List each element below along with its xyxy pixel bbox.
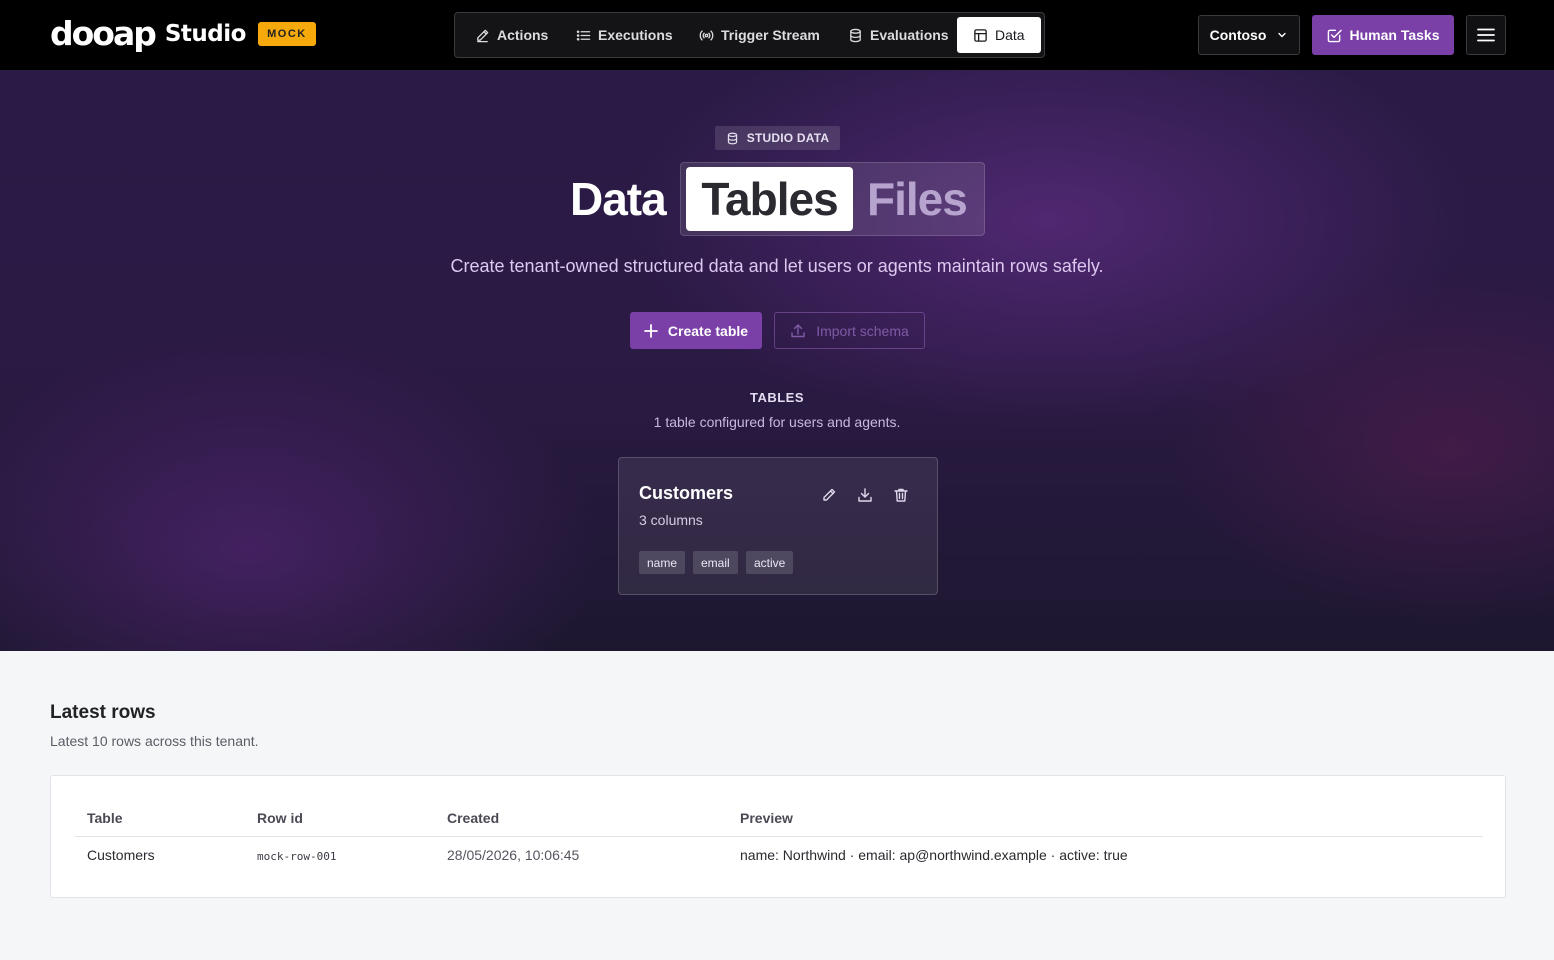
main-nav: Actions Executions Trigger Stream Evalua… xyxy=(454,12,1045,58)
cell-preview: name: Northwind · email: ap@northwind.ex… xyxy=(740,847,1128,863)
create-table-button[interactable]: Create table xyxy=(630,312,762,349)
delete-table-button[interactable] xyxy=(892,486,910,504)
column-chip: name xyxy=(639,551,686,574)
database-icon xyxy=(850,28,861,42)
latest-rows-subtitle: Latest 10 rows across this tenant. xyxy=(50,733,259,749)
broadcast-icon xyxy=(699,29,714,41)
table-name: Customers xyxy=(639,483,734,503)
tables-summary: 1 table configured for users and agents. xyxy=(653,414,901,430)
nav-tab-executions[interactable]: Executions xyxy=(576,17,673,53)
list-icon xyxy=(576,29,591,41)
pencil-icon xyxy=(477,29,489,42)
create-table-label: Create table xyxy=(667,322,749,339)
nav-label: Actions xyxy=(497,27,549,43)
nav-tab-trigger-stream[interactable]: Trigger Stream xyxy=(699,17,820,53)
checkbox-icon xyxy=(1327,29,1342,42)
human-tasks-button[interactable]: Human Tasks xyxy=(1312,15,1454,55)
tables-heading: TABLES xyxy=(749,390,805,405)
tenant-switcher[interactable]: Contoso xyxy=(1198,15,1300,55)
tenant-name: Contoso xyxy=(1209,27,1267,43)
column-header-created: Created xyxy=(447,810,500,826)
brand[interactable]: dooap Studio MOCK xyxy=(50,14,316,54)
import-schema-button[interactable]: Import schema xyxy=(774,312,925,349)
hamburger-icon xyxy=(1477,28,1495,42)
column-chip: email xyxy=(693,551,738,574)
nav-label: Data xyxy=(995,27,1025,43)
column-header-row-id: Row id xyxy=(257,810,303,826)
table-column-count: 3 columns xyxy=(639,512,703,528)
database-icon xyxy=(727,132,737,144)
nav-tab-actions[interactable]: Actions xyxy=(475,17,548,53)
table-icon xyxy=(974,28,987,42)
chevron-down-icon xyxy=(1278,32,1287,38)
cell-table: Customers xyxy=(87,847,155,863)
trash-icon xyxy=(894,488,908,502)
column-header-preview: Preview xyxy=(740,810,793,826)
segment-tables[interactable]: Tables xyxy=(686,167,853,231)
latest-rows-table: Table Row id Created Preview Customers m… xyxy=(50,775,1506,898)
pencil-icon xyxy=(823,488,836,501)
menu-button[interactable] xyxy=(1466,15,1506,55)
plus-icon xyxy=(644,323,658,338)
mock-badge: MOCK xyxy=(257,22,316,46)
hero-section: STUDIO DATA Data Tables Files Create ten… xyxy=(0,70,1554,651)
column-header-table: Table xyxy=(87,810,123,826)
nav-label: Trigger Stream xyxy=(721,27,820,43)
header-divider xyxy=(75,836,1483,837)
download-table-button[interactable] xyxy=(856,486,874,504)
cell-created: 28/05/2026, 10:06:45 xyxy=(447,847,580,863)
page-title: Data xyxy=(570,173,667,225)
download-icon xyxy=(858,488,872,502)
upload-icon xyxy=(791,323,805,337)
brand-product: Studio xyxy=(164,21,247,47)
table-card-customers[interactable]: Customers 3 columns name email active xyxy=(618,457,938,595)
cell-row-id: mock-row-001 xyxy=(257,850,337,863)
human-tasks-label: Human Tasks xyxy=(1349,27,1440,43)
page-subtitle: Create tenant-owned structured data and … xyxy=(450,256,1104,276)
latest-rows-title: Latest rows xyxy=(50,702,156,723)
eyebrow-label: STUDIO DATA xyxy=(715,126,840,150)
segment-files[interactable]: Files xyxy=(867,167,968,231)
data-type-switcher: Tables Files xyxy=(680,162,985,236)
brand-logo: dooap xyxy=(50,14,157,53)
nav-label: Executions xyxy=(598,27,673,43)
nav-tab-data[interactable]: Data xyxy=(957,17,1041,53)
edit-table-button[interactable] xyxy=(820,486,838,504)
eyebrow-text: STUDIO DATA xyxy=(746,131,830,145)
top-bar: dooap Studio MOCK Actions Executions Tri… xyxy=(0,0,1554,70)
import-schema-label: Import schema xyxy=(816,322,909,339)
nav-label: Evaluations xyxy=(870,27,949,43)
nav-tab-evaluations[interactable]: Evaluations xyxy=(848,17,949,53)
column-chip: active xyxy=(746,551,794,574)
